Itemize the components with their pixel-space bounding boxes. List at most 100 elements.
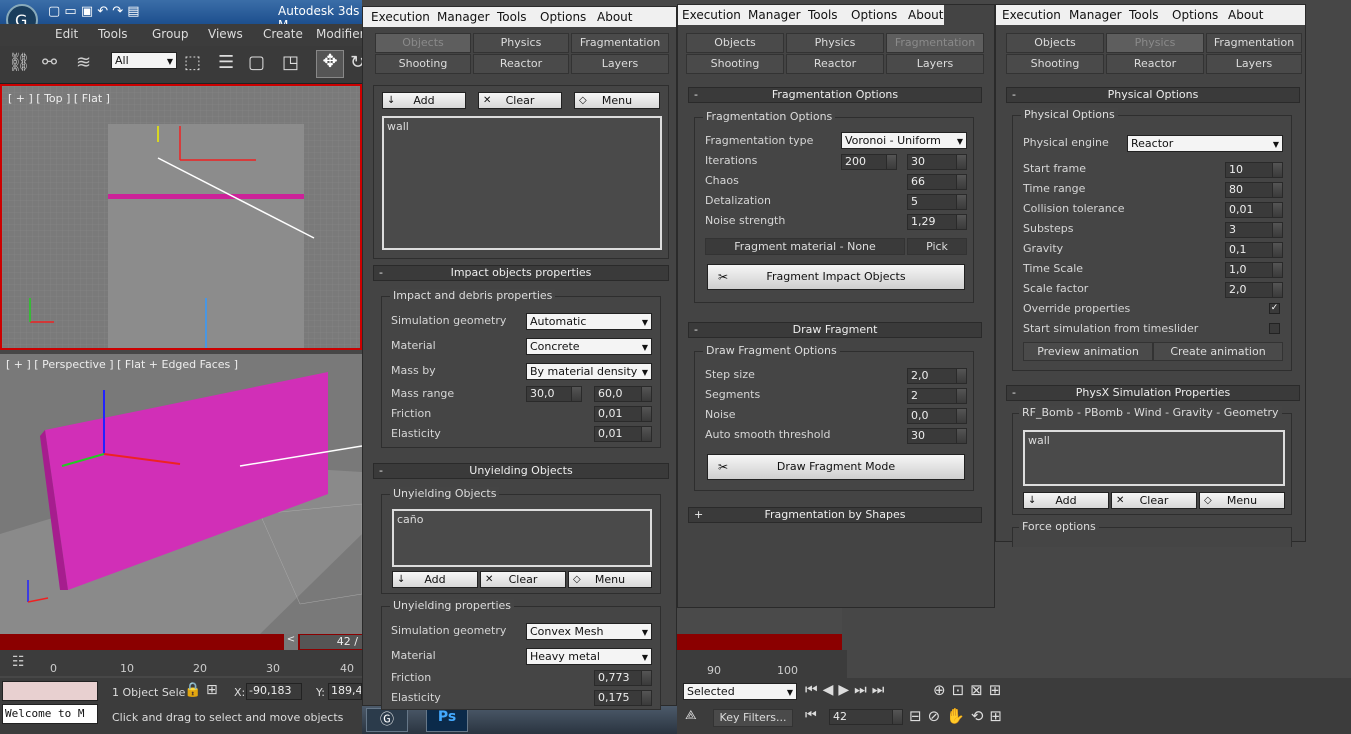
tab-reactor[interactable]: Reactor: [1106, 54, 1204, 74]
tab-layers[interactable]: Layers: [1206, 54, 1302, 74]
menu-tools[interactable]: Tools: [1129, 8, 1159, 22]
max-menu-edit[interactable]: Edit: [55, 27, 78, 41]
tab-reactor[interactable]: Reactor: [473, 54, 569, 74]
u-elasticity-spinner[interactable]: 0,175: [594, 690, 652, 706]
time-slider-right[interactable]: [677, 634, 842, 650]
tab-layers[interactable]: Layers: [571, 54, 669, 74]
key-filters-button[interactable]: Key Filters...: [713, 709, 793, 727]
menu-execution[interactable]: Execution: [682, 8, 741, 22]
viewport-top[interactable]: [ + ] [ Top ] [ Flat ]: [0, 84, 362, 350]
u-friction-spinner[interactable]: 0,773: [594, 670, 652, 686]
prev-frame-icon[interactable]: <: [284, 634, 298, 650]
link-icon[interactable]: ⛓: [8, 52, 31, 73]
physx-menu-button[interactable]: ◇ Menu: [1199, 492, 1285, 509]
viewport-nav-icons-2[interactable]: ⊟⊘✋⟲⊞: [909, 707, 1008, 725]
menu-manager[interactable]: Manager: [437, 10, 490, 24]
quick-access-icons[interactable]: ▢ ▭ ▣ ↶ ↷ ▤: [48, 4, 140, 19]
bind-spacewarp-icon[interactable]: ≋: [76, 52, 91, 73]
list-item[interactable]: caño: [397, 513, 647, 526]
tab-fragmentation[interactable]: Fragmentation: [886, 33, 984, 53]
time-scale-spinner[interactable]: 1,0: [1225, 262, 1283, 278]
menu-tools[interactable]: Tools: [497, 10, 527, 24]
window-crossing-icon[interactable]: ◳: [282, 52, 299, 73]
menu-about[interactable]: About: [597, 10, 632, 24]
menu-options[interactable]: Options: [1172, 8, 1218, 22]
tab-objects[interactable]: Objects: [686, 33, 784, 53]
absolute-mode-icon[interactable]: ⊞: [206, 682, 218, 698]
iterations-a-spinner[interactable]: 200: [841, 154, 897, 170]
selection-set-select[interactable]: Selected: [683, 683, 797, 700]
frame-counter[interactable]: 42 /: [300, 635, 362, 649]
y-coordinate-field[interactable]: 189,47: [328, 683, 362, 700]
unlink-icon[interactable]: ⚯: [42, 52, 57, 73]
menu-manager[interactable]: Manager: [748, 8, 801, 22]
noise-strength-spinner[interactable]: 1,29: [907, 214, 967, 230]
gravity-spinner[interactable]: 0,1: [1225, 242, 1283, 258]
menu-button[interactable]: ◇ Menu: [574, 92, 660, 109]
menu-options[interactable]: Options: [540, 10, 586, 24]
substeps-spinner[interactable]: 3: [1225, 222, 1283, 238]
detalization-spinner[interactable]: 5: [907, 194, 967, 210]
scale-factor-spinner[interactable]: 2,0: [1225, 282, 1283, 298]
tab-layers[interactable]: Layers: [886, 54, 984, 74]
select-object-icon[interactable]: ⬚: [184, 52, 201, 73]
viewport-nav-icons[interactable]: ⊕⊡⊠⊞: [933, 681, 1007, 699]
u-material-select[interactable]: Heavy metal: [526, 648, 652, 665]
track-ruler[interactable]: ☷ 0 10 20 30 40: [0, 650, 362, 676]
time-range-spinner[interactable]: 80: [1225, 182, 1283, 198]
track-view-icon[interactable]: ☷: [12, 654, 25, 670]
key-mode-icon[interactable]: ⏮: [805, 708, 817, 723]
list-item[interactable]: wall: [387, 120, 657, 133]
unyielding-rollout[interactable]: - Unyielding Objects: [373, 463, 669, 479]
playback-controls-icon[interactable]: ⏮◀▶⏭⏭: [805, 682, 889, 698]
max-menu-group[interactable]: Group: [152, 27, 189, 41]
friction-spinner[interactable]: 0,01: [594, 406, 652, 422]
create-animation-button[interactable]: Create animation: [1153, 342, 1283, 361]
menu-about[interactable]: About: [1228, 8, 1263, 22]
selection-filter-select[interactable]: All: [111, 52, 177, 69]
x-coordinate-field[interactable]: -90,183: [246, 683, 302, 700]
mass-min-spinner[interactable]: 30,0: [526, 386, 582, 402]
collision-tolerance-spinner[interactable]: 0,01: [1225, 202, 1283, 218]
list-item[interactable]: wall: [1028, 434, 1280, 447]
rect-selection-icon[interactable]: ▢: [248, 52, 265, 73]
impact-props-rollout[interactable]: - Impact objects properties: [373, 265, 669, 281]
mass-max-spinner[interactable]: 60,0: [594, 386, 652, 402]
taskbar-3dsmax-icon[interactable]: Ⓖ: [366, 708, 408, 732]
draw-fragment-mode-button[interactable]: ✂ Draw Fragment Mode: [707, 454, 965, 480]
preview-animation-button[interactable]: Preview animation: [1023, 342, 1153, 361]
clear-button[interactable]: ✕ Clear: [478, 92, 562, 109]
unyield-clear-button[interactable]: ✕ Clear: [480, 571, 566, 588]
max-menu-views[interactable]: Views: [208, 27, 243, 41]
add-button[interactable]: ↓ Add: [382, 92, 466, 109]
iterations-b-spinner[interactable]: 30: [907, 154, 967, 170]
massby-select[interactable]: By material density: [526, 363, 652, 380]
tab-shooting[interactable]: Shooting: [375, 54, 471, 74]
viewport-top-label[interactable]: [ + ] [ Top ] [ Flat ]: [8, 92, 110, 105]
tab-objects[interactable]: Objects: [375, 33, 471, 53]
max-menu-tools[interactable]: Tools: [98, 27, 128, 41]
tab-shooting[interactable]: Shooting: [1006, 54, 1104, 74]
draw-fragment-rollout[interactable]: - Draw Fragment: [688, 322, 982, 338]
physx-clear-button[interactable]: ✕ Clear: [1111, 492, 1197, 509]
draw-noise-spinner[interactable]: 0,0: [907, 408, 967, 424]
unyield-add-button[interactable]: ↓ Add: [392, 571, 478, 588]
unyield-menu-button[interactable]: ◇ Menu: [568, 571, 652, 588]
impact-objects-list[interactable]: wall: [382, 116, 662, 250]
move-icon[interactable]: ✥: [316, 50, 344, 78]
tab-fragmentation[interactable]: Fragmentation: [1206, 33, 1302, 53]
physical-options-rollout[interactable]: - Physical Options: [1006, 87, 1300, 103]
max-menu-create[interactable]: Create: [263, 27, 303, 41]
auto-smooth-spinner[interactable]: 30: [907, 428, 967, 444]
segments-spinner[interactable]: 2: [907, 388, 967, 404]
taskbar-photoshop-icon[interactable]: Ps: [426, 708, 468, 732]
lock-selection-icon[interactable]: 🔒: [184, 682, 201, 698]
u-sim-geom-select[interactable]: Convex Mesh: [526, 623, 652, 640]
menu-options[interactable]: Options: [851, 8, 897, 22]
fragment-impact-button[interactable]: ✂ Fragment Impact Objects: [707, 264, 965, 290]
tab-objects[interactable]: Objects: [1006, 33, 1104, 53]
frag-options-rollout[interactable]: - Fragmentation Options: [688, 87, 982, 103]
menu-execution[interactable]: Execution: [371, 10, 430, 24]
menu-manager[interactable]: Manager: [1069, 8, 1122, 22]
fragment-material-button[interactable]: Fragment material - None: [705, 238, 905, 255]
